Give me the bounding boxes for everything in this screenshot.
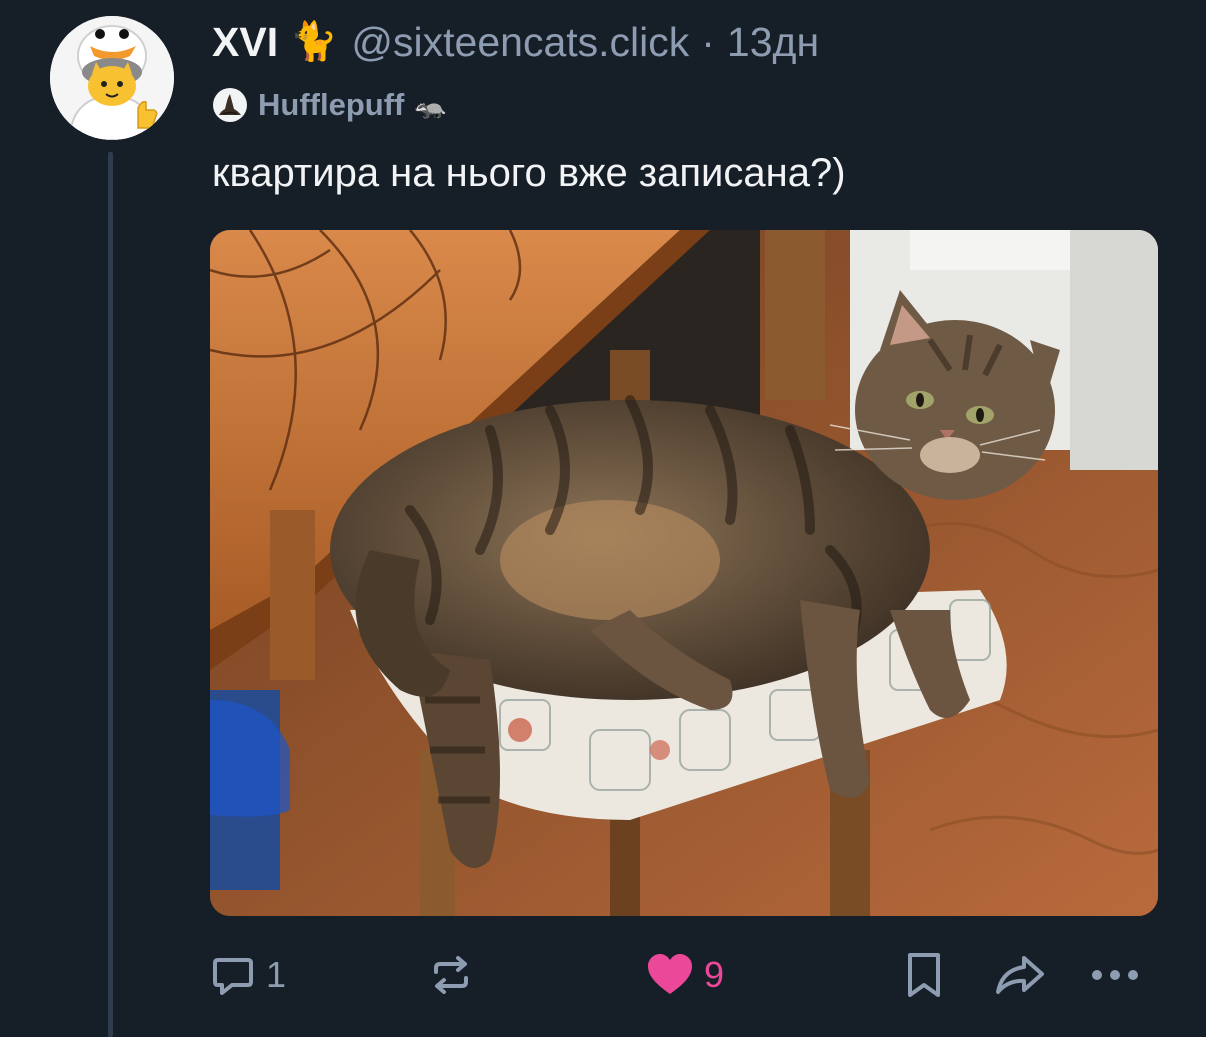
reply-count: 1	[266, 954, 287, 995]
more-options-button[interactable]	[1090, 940, 1140, 1010]
label-text: Hufflepuff	[258, 87, 405, 122]
duck-hat-cat-avatar-icon	[50, 16, 174, 140]
share-icon	[996, 956, 1044, 994]
repost-icon	[434, 956, 468, 994]
cat-emoji-icon: 🐈	[290, 21, 338, 63]
badger-emoji-icon: 🦡	[414, 89, 447, 120]
author-label[interactable]: Hufflepuff 🦡	[212, 84, 447, 126]
thread-line	[108, 152, 113, 1037]
author-handle[interactable]: @sixteencats.click	[351, 19, 689, 66]
post-header: XVI 🐈 @sixteencats.click · 13дн	[212, 14, 819, 70]
like-count: 9	[704, 954, 725, 995]
post-timestamp[interactable]: 13дн	[727, 19, 819, 66]
ellipsis-icon	[1092, 970, 1138, 980]
bookmark-button[interactable]	[902, 940, 946, 1010]
bookmark-icon	[908, 953, 940, 997]
meta-separator: ·	[701, 18, 715, 65]
share-button[interactable]	[994, 940, 1046, 1010]
tabby-cat-on-chair-photo-icon	[210, 230, 1158, 916]
repost-button[interactable]	[428, 940, 474, 1010]
post-image[interactable]	[210, 230, 1158, 916]
reply-icon	[213, 958, 253, 995]
sorting-hat-icon	[213, 88, 247, 122]
author-avatar[interactable]	[50, 16, 174, 140]
heart-icon	[648, 954, 692, 994]
like-button[interactable]: 9	[646, 940, 724, 1010]
post-text: квартира на нього вже записана?)	[212, 151, 846, 195]
author-display-name[interactable]: XVI	[212, 19, 278, 66]
reply-button[interactable]: 1	[210, 940, 286, 1010]
post-actions: 1 9	[0, 940, 1206, 1010]
